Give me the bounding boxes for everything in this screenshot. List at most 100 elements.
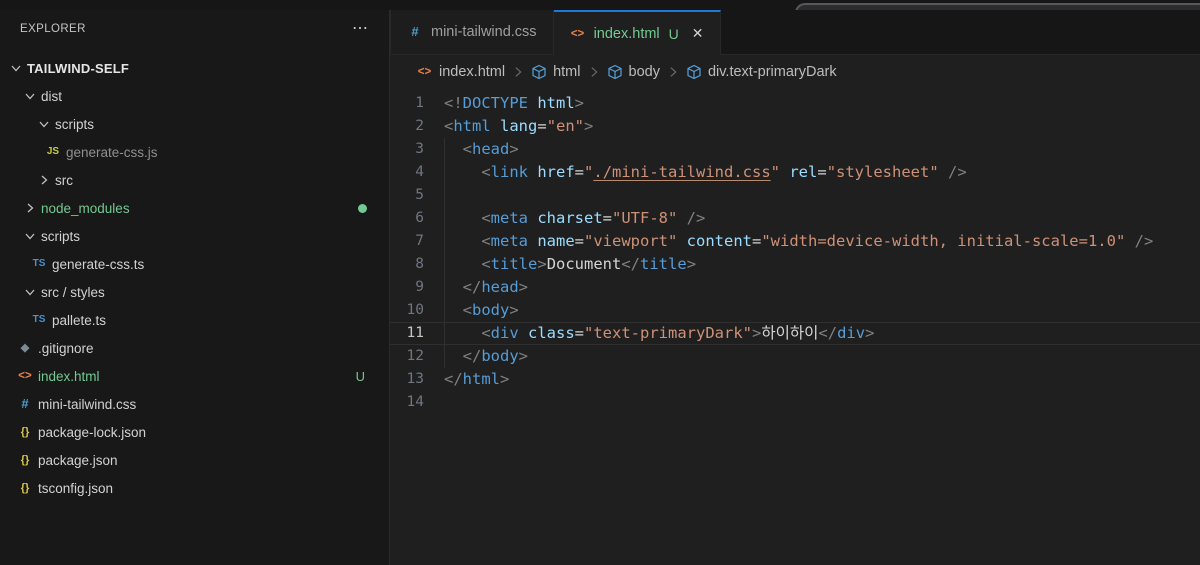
code-token: html [463, 370, 500, 388]
code-line-10[interactable]: 10 <body> [390, 299, 1200, 322]
breadcrumb-label: body [629, 64, 660, 80]
explorer-more-actions-button[interactable]: ⋯ [352, 24, 369, 34]
tree-file-mini-tailwind-css[interactable]: #mini-tailwind.css [0, 390, 389, 418]
tree-folder-src[interactable]: src [0, 166, 389, 194]
code-token: = [537, 117, 546, 135]
line-number[interactable]: 12 [390, 345, 444, 368]
tree-folder-scripts[interactable]: scripts [0, 222, 389, 250]
chevron-down-icon [22, 284, 38, 300]
line-number[interactable]: 4 [390, 161, 444, 184]
git-file-icon: ◆ [16, 340, 34, 356]
tree-file-gitignore[interactable]: ◆.gitignore [0, 334, 389, 362]
line-number[interactable]: 6 [390, 207, 444, 230]
code-token: rel [780, 163, 817, 181]
code-token: <! [444, 94, 463, 112]
tree-item-label: pallete.ts [52, 313, 106, 328]
modified-dot-badge [358, 204, 367, 213]
tab-index-html[interactable]: <>index.htmlU✕ [554, 10, 721, 55]
code-line-13[interactable]: 13</html> [390, 368, 1200, 391]
tab-label: mini-tailwind.css [431, 24, 537, 40]
html-tab-icon: <> [570, 26, 586, 42]
code-token: < [444, 324, 491, 342]
tab-mini-tailwind-css[interactable]: # mini-tailwind.css [390, 10, 554, 55]
code-line-8[interactable]: 8 <title>Document</title> [390, 253, 1200, 276]
breadcrumb-separator-icon [587, 65, 601, 79]
tree-file-generate-css-js[interactable]: JSgenerate-css.js [0, 138, 389, 166]
tree-file-tsconfig-json[interactable]: {} tsconfig.json [0, 474, 389, 502]
tree-item-label: package.json [38, 453, 118, 468]
code-token: < [444, 209, 491, 227]
explorer-header: EXPLORER ⋯ [0, 10, 389, 44]
breadcrumb-separator-icon [666, 65, 680, 79]
html-file-icon: <> [16, 368, 34, 384]
code-token: = [575, 163, 584, 181]
line-number[interactable]: 5 [390, 184, 444, 207]
json-file-icon: {} [16, 480, 34, 496]
file-tree: TAILWIND-SELFdistscriptsJSgenerate-css.j… [0, 54, 389, 502]
code-line-4[interactable]: 4 <link href="./mini-tailwind.css" rel="… [390, 161, 1200, 184]
code-token: "UTF-8" [612, 209, 677, 227]
tree-file-package-lock-json[interactable]: {}package-lock.json [0, 418, 389, 446]
line-number[interactable]: 7 [390, 230, 444, 253]
tree-file-generate-css-ts[interactable]: TSgenerate-css.ts [0, 250, 389, 278]
ts-file-icon: TS [30, 256, 48, 272]
tree-folder-src-styles[interactable]: src / styles [0, 278, 389, 306]
code-token: html [528, 94, 575, 112]
code-line-text: <head> [444, 138, 519, 161]
breadcrumb-item-div-text-primarydark[interactable]: div.text-primaryDark [686, 64, 837, 80]
tree-file-package-json[interactable]: {}package.json [0, 446, 389, 474]
code-line-11[interactable]: 11 <div class="text-primaryDark">하이하이</d… [390, 322, 1200, 345]
code-token: div [837, 324, 865, 342]
code-token: href [528, 163, 575, 181]
breadcrumb: <>index.html html body div.text-primaryDark [390, 55, 1200, 88]
chevron-down-icon [22, 228, 38, 244]
code-line-1[interactable]: 1<!DOCTYPE html> [390, 92, 1200, 115]
code-line-6[interactable]: 6 <meta charset="UTF-8" /> [390, 207, 1200, 230]
css-tab-icon: # [407, 24, 423, 40]
code-token: > [575, 94, 584, 112]
line-number[interactable]: 3 [390, 138, 444, 161]
code-area[interactable]: 1<!DOCTYPE html>2<html lang="en">3 <head… [390, 88, 1200, 565]
code-token: title [491, 255, 538, 273]
explorer-sidebar: EXPLORER ⋯ TAILWIND-SELFdistscriptsJSgen… [0, 10, 390, 565]
code-token: link [491, 163, 528, 181]
code-line-3[interactable]: 3 <head> [390, 138, 1200, 161]
tree-folder-scripts[interactable]: scripts [0, 110, 389, 138]
tree-file-pallete-ts[interactable]: TS pallete.ts [0, 306, 389, 334]
line-number[interactable]: 14 [390, 391, 444, 414]
tree-folder-node-modules[interactable]: node_modules [0, 194, 389, 222]
git-status-badge: U [356, 369, 365, 384]
code-line-2[interactable]: 2<html lang="en"> [390, 115, 1200, 138]
code-token: < [444, 255, 491, 273]
tree-item-label: tsconfig.json [38, 481, 113, 496]
code-line-5[interactable]: 5 [390, 184, 1200, 207]
line-number[interactable]: 11 [390, 322, 444, 345]
tree-folder-dist[interactable]: dist [0, 82, 389, 110]
breadcrumb-item-html[interactable]: html [531, 64, 580, 80]
line-number[interactable]: 10 [390, 299, 444, 322]
code-token: "stylesheet" [827, 163, 939, 181]
breadcrumb-item-index-html[interactable]: <>index.html [416, 64, 505, 80]
ts-file-icon: TS [30, 312, 48, 328]
code-line-7[interactable]: 7 <meta name="viewport" content="width=d… [390, 230, 1200, 253]
line-number[interactable]: 9 [390, 276, 444, 299]
breadcrumb-label: index.html [439, 64, 505, 80]
code-line-text: </html> [444, 368, 509, 391]
line-number[interactable]: 2 [390, 115, 444, 138]
line-number[interactable]: 13 [390, 368, 444, 391]
line-number[interactable]: 8 [390, 253, 444, 276]
code-token: "text-primaryDark" [584, 324, 752, 342]
tree-folder-tailwind-self[interactable]: TAILWIND-SELF [0, 54, 389, 82]
code-line-12[interactable]: 12 </body> [390, 345, 1200, 368]
code-line-9[interactable]: 9 </head> [390, 276, 1200, 299]
top-window-strip [0, 0, 1200, 10]
breadcrumb-item-body[interactable]: body [607, 64, 660, 80]
tree-file-index-html[interactable]: <>index.htmlU [0, 362, 389, 390]
code-line-text: <meta charset="UTF-8" /> [444, 207, 705, 230]
code-token: = [575, 232, 584, 250]
code-token: body [481, 347, 518, 365]
code-token: 하이하이 [761, 324, 818, 342]
line-number[interactable]: 1 [390, 92, 444, 115]
close-tab-button[interactable]: ✕ [692, 25, 704, 42]
code-line-14[interactable]: 14 [390, 391, 1200, 414]
